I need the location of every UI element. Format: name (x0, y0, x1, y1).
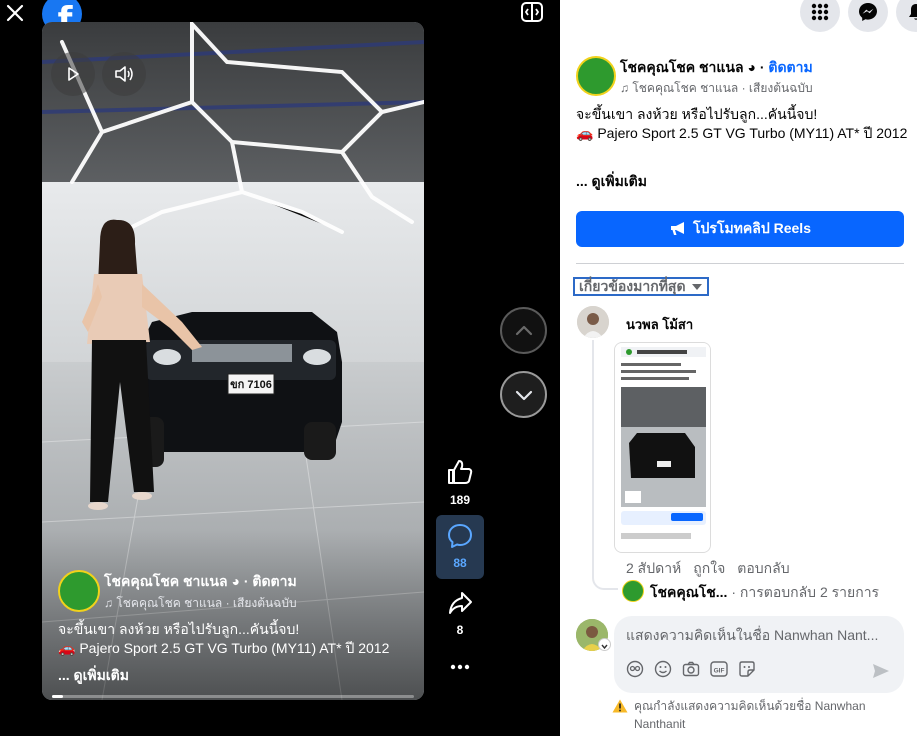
comment-meta-row: 2 สัปดาห์ ถูกใจ ตอบกลับ (626, 558, 790, 580)
comment-like-button[interactable]: ถูกใจ (693, 558, 725, 580)
gif-icon[interactable]: GIF (710, 660, 728, 678)
more-options-button[interactable] (436, 655, 484, 684)
sticker-icon[interactable] (738, 660, 756, 678)
sort-label: เกี่ยวข้องมากที่สุด (579, 277, 686, 294)
audio-line[interactable]: ♫ โชคคุณโชค ชาแนล · เสียงต้นฉบับ (620, 79, 813, 98)
follow-separator: · (243, 573, 249, 589)
comment-screenshot-image[interactable] (614, 342, 711, 553)
audio-text: โชคคุณโชค ชาแนล · เสียงต้นฉบับ (632, 81, 813, 95)
thumbs-up-icon (448, 460, 473, 484)
video-progress-fill (52, 695, 63, 698)
composer-toolbar: GIF (626, 660, 756, 678)
warning-text: คุณกำลังแสดงความคิดเห็นด้วยชื่อ Nanwhan … (634, 699, 866, 731)
divider (576, 263, 904, 264)
page-avatar[interactable] (58, 570, 100, 612)
send-icon[interactable] (872, 662, 890, 680)
license-plate-text: ขก 7106 (230, 379, 272, 391)
see-more-link[interactable]: ... ดูเพิ่มเติม (576, 171, 647, 193)
video-audio-text: โชคคุณโชค ชาแนล · เสียงต้นฉบับ (116, 596, 297, 610)
close-icon[interactable] (4, 2, 26, 24)
identity-warning: คุณกำลังแสดงความคิดเห็นด้วยชื่อ Nanwhan … (612, 697, 904, 733)
notifications-button[interactable] (896, 0, 917, 32)
follow-link[interactable]: ติดตาม (768, 59, 812, 75)
video-page-name[interactable]: โชคคุณโชค ชาแนล (104, 573, 228, 589)
emoji-icon[interactable] (654, 660, 672, 678)
video-follow-link[interactable]: ติดตาม (252, 573, 296, 589)
video-progress-bar[interactable] (52, 695, 414, 698)
video-audio-line[interactable]: ♫ โชคคุณโชค ชาแนล · เสียงต้นฉบับ (104, 594, 297, 613)
comment-input[interactable] (626, 624, 892, 646)
reply-author: โชคคุณโช... (650, 584, 728, 600)
messenger-icon (859, 3, 877, 21)
comment-count: 88 (453, 556, 467, 570)
avatar-sticker-icon[interactable] (626, 660, 644, 678)
chevron-up-icon (515, 325, 532, 335)
more-dots-icon (450, 664, 470, 670)
promote-label: โปรโมทคลิป Reels (693, 220, 811, 236)
messenger-button[interactable] (848, 0, 888, 32)
play-button[interactable] (51, 52, 95, 96)
reel-viewer: f ขก 7106 โชคคุณโชค ชาแนล ◕ · ติดตาม ♫ โ… (0, 0, 560, 736)
comment-reply-button[interactable]: ตอบกลับ (737, 558, 789, 580)
svg-text:GIF: GIF (714, 668, 725, 675)
reel-details-panel: โชคคุณโชค ชาแนล ◕ · ติดตาม ♫ โชคคุณโชค ช… (560, 0, 917, 736)
share-button[interactable]: 8 (436, 590, 484, 637)
warning-icon (612, 699, 628, 713)
comment-time[interactable]: 2 สัปดาห์ (626, 558, 681, 580)
volume-button[interactable] (102, 52, 146, 96)
comment-composer: GIF (614, 616, 904, 693)
comment-icon (448, 524, 472, 548)
video-caption-line2-row: 🚗 Pajero Sport 2.5 GT VG Turbo (MY11) AT… (58, 638, 389, 660)
video-page-name-row: โชคคุณโชค ชาแนล ◕ · ติดตาม (104, 571, 297, 593)
follow-separator: · (759, 59, 765, 75)
page-name[interactable]: โชคคุณโชค ชาแนล (620, 59, 744, 75)
view-replies-link[interactable]: โชคคุณโช... · การตอบกลับ 2 รายการ (650, 582, 879, 604)
music-icon: ♫ (620, 81, 629, 95)
camera-icon[interactable] (682, 660, 700, 678)
collapse-panel-icon[interactable] (520, 0, 544, 24)
video-caption-line2: Pajero Sport 2.5 GT VG Turbo (MY11) AT* … (79, 640, 390, 656)
comment-button[interactable]: 88 (436, 515, 484, 579)
chevron-down-icon (515, 390, 532, 400)
previous-reel-button[interactable] (500, 307, 547, 354)
comment-sort-dropdown[interactable]: เกี่ยวข้องมากที่สุด (573, 277, 709, 296)
reply-count: · การตอบกลับ 2 รายการ (731, 584, 880, 600)
car-icon: 🚗 (58, 640, 76, 656)
bell-icon (909, 4, 917, 20)
megaphone-icon (671, 222, 684, 235)
commenter-name[interactable]: นวพล โม้สา (626, 314, 693, 335)
video-see-more[interactable]: ... ดูเพิ่มเติม (58, 665, 129, 687)
music-icon: ♫ (104, 596, 113, 610)
promote-reels-button[interactable]: โปรโมทคลิป Reels (576, 211, 904, 247)
share-count: 8 (456, 623, 464, 637)
reply-author-avatar (622, 580, 644, 602)
share-icon (449, 592, 472, 614)
page-avatar[interactable] (576, 56, 616, 96)
globe-icon: ◕ (231, 573, 240, 589)
caption-line2: Pajero Sport 2.5 GT VG Turbo (MY11) AT* … (597, 125, 908, 141)
globe-icon: ◕ (747, 59, 756, 75)
commenter-avatar[interactable] (577, 306, 609, 338)
page-name-row: โชคคุณโชค ชาแนล ◕ · ติดตาม (620, 57, 813, 79)
account-switch-chevron-icon[interactable] (598, 638, 611, 651)
like-count: 189 (449, 493, 471, 507)
grid-menu-icon (811, 3, 829, 21)
reel-video[interactable]: ขก 7106 โชคคุณโชค ชาแนล ◕ · ติดตาม ♫ โชค… (42, 22, 424, 700)
caret-down-icon (691, 283, 702, 290)
car-icon: 🚗 (576, 125, 594, 141)
caption-line2-row: 🚗 Pajero Sport 2.5 GT VG Turbo (MY11) AT… (576, 123, 911, 143)
next-reel-button[interactable] (500, 371, 547, 418)
menu-button[interactable] (800, 0, 840, 32)
like-button[interactable]: 189 (436, 458, 484, 507)
